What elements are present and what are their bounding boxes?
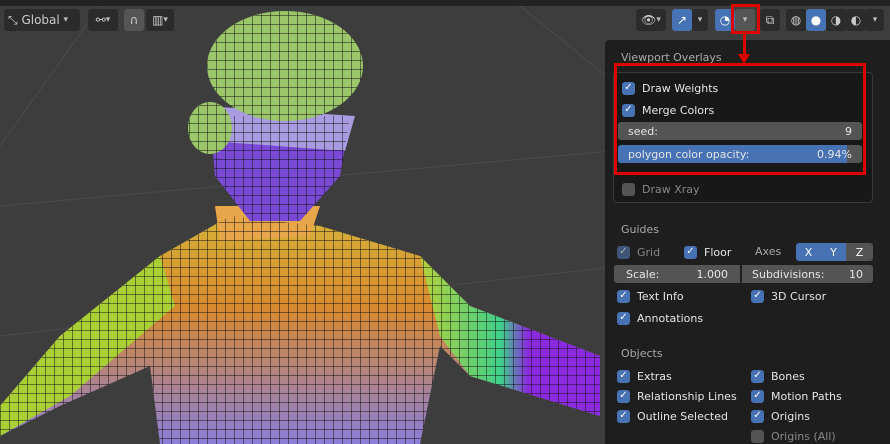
grid-subdivisions-field[interactable]: Subdivisions: 10 [742,265,873,283]
chevron-down-icon: ▾ [163,15,168,25]
outline-selected-checkbox[interactable]: ✓ Outline Selected [617,408,728,424]
text-info-checkbox[interactable]: ✓ Text Info [617,288,684,304]
check-icon: ✓ [751,289,764,303]
orientation-icon: ⤡ [8,12,18,27]
draw-xray-label: Draw Xray [642,182,700,196]
selectability-dropdown[interactable]: 👁 ▾ [636,9,666,31]
check-icon: ✓ [617,369,630,383]
axis-y-toggle[interactable]: Y [821,243,846,261]
transform-orientation-dropdown[interactable]: ⤡ Global ▾ [4,9,80,31]
chevron-down-icon: ▾ [63,15,69,25]
annotations-label: Annotations [637,311,704,325]
floor-label: Floor [704,245,732,259]
check-icon: ✓ [617,245,630,259]
grid-label: Grid [637,245,661,259]
check-icon: ✓ [684,245,697,259]
scale-label: Scale: [626,267,660,281]
grid-scale-field[interactable]: Scale: 1.000 [614,265,740,283]
relationship-lines-label: Relationship Lines [637,389,737,403]
motion-paths-label: Motion Paths [771,389,842,403]
shading-material[interactable]: ◑ [826,9,846,31]
check-icon: ✓ [617,389,630,403]
eye-icon: 👁 [641,13,657,27]
3d-cursor-checkbox[interactable]: ✓ 3D Cursor [751,288,826,304]
chevron-down-icon: ▾ [656,15,661,25]
check-icon: ✓ [751,369,764,383]
shading-wireframe[interactable]: ◍ [786,9,806,31]
gizmo-toggle[interactable]: ↗ [672,9,692,31]
origins-checkbox[interactable]: ✓ Origins [751,408,810,424]
orientation-label: Global [21,13,60,27]
material-sphere-icon: ◑ [830,13,842,27]
draw-xray-checkbox[interactable]: Draw Xray [622,181,700,197]
subdivisions-label: Subdivisions: [752,267,825,281]
origins-all-label: Origins (All) [771,429,836,443]
guides-heading: Guides [621,223,660,236]
rendered-sphere-icon: ◐ [850,13,862,27]
axis-x-toggle[interactable]: X [796,243,821,261]
shading-solid[interactable]: ● [806,9,826,31]
magnet-icon: ∩ [129,13,139,27]
bones-label: Bones [771,369,805,383]
scale-value: 1.000 [696,267,729,281]
text-info-label: Text Info [637,289,684,303]
checkbox-empty-icon [622,182,635,196]
annotations-checkbox[interactable]: ✓ Annotations [617,310,703,326]
gizmo-icon: ↗ [676,13,688,27]
character-mesh [0,11,600,444]
checkbox-empty-icon [751,429,764,443]
motion-paths-checkbox[interactable]: ✓ Motion Paths [751,388,842,404]
xray-icon: ⧉ [765,12,775,27]
shading-rendered[interactable]: ◐ [846,9,866,31]
check-icon: ✓ [617,409,630,423]
check-icon: ✓ [617,289,630,303]
check-icon: ✓ [617,311,630,325]
xray-toggle[interactable]: ⧉ [760,9,780,31]
gizmo-dropdown[interactable]: ▾ [692,9,708,31]
snap-target-dropdown[interactable]: ▥ ▾ [146,9,174,31]
origins-label: Origins [771,409,810,423]
check-icon: ✓ [751,389,764,403]
extras-checkbox[interactable]: ✓ Extras [617,368,672,384]
origins-all-checkbox[interactable]: Origins (All) [751,428,836,444]
chevron-down-icon: ▾ [697,15,703,25]
overlays-icon: ◔ [719,13,731,27]
arrow-head-icon [738,54,750,64]
pivot-icon: ⚯ [95,13,106,27]
chevron-down-icon: ▾ [872,15,878,25]
3d-cursor-label: 3D Cursor [771,289,827,303]
axis-z-toggle[interactable]: Z [846,243,873,261]
extras-label: Extras [637,369,672,383]
solid-sphere-icon: ● [810,13,822,27]
pivot-point-dropdown[interactable]: ⚯ ▾ [88,9,118,31]
bones-checkbox[interactable]: ✓ Bones [751,368,805,384]
snap-toggle[interactable]: ∩ [124,9,144,31]
floor-checkbox[interactable]: ✓ Floor [684,244,731,260]
highlight-box [614,63,866,175]
chevron-down-icon: ▾ [105,15,111,25]
objects-heading: Objects [621,347,663,360]
axes-label: Axes [755,245,782,258]
grid-checkbox[interactable]: ✓ Grid [617,244,660,260]
check-icon: ✓ [751,409,764,423]
relationship-lines-checkbox[interactable]: ✓ Relationship Lines [617,388,737,404]
subdivisions-value: 10 [849,267,863,281]
highlight-box-dropdown [731,4,760,34]
snap-target-icon: ▥ [152,13,164,27]
wireframe-sphere-icon: ◍ [790,13,802,27]
shading-dropdown[interactable]: ▾ [866,9,884,31]
outline-selected-label: Outline Selected [637,409,728,423]
